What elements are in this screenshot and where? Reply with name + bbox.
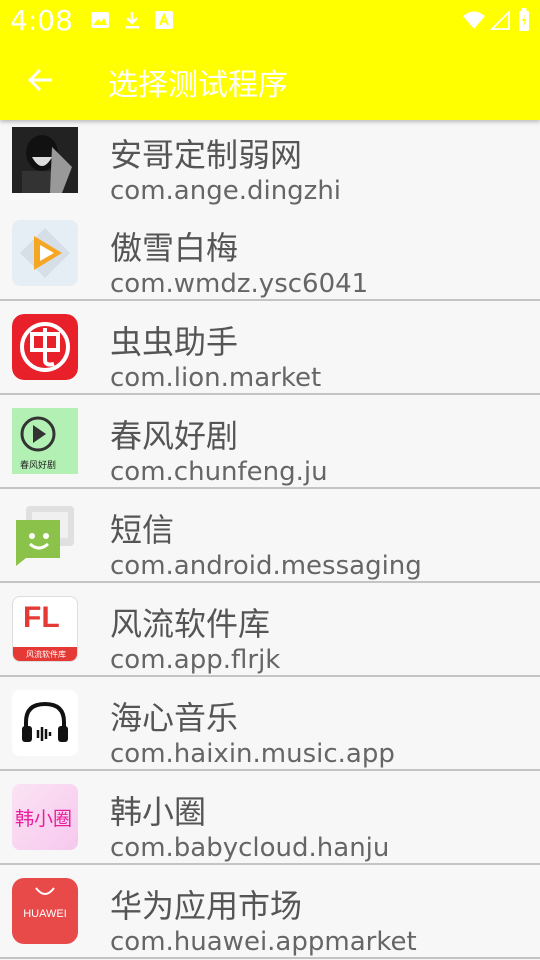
toolbar: 选择测试程序 (0, 44, 540, 116)
package-name: com.chunfeng.ju (110, 457, 328, 487)
app-name: 海心音乐 (110, 699, 239, 737)
app-name: 华为应用市场 (110, 887, 303, 925)
icon-text: 韩小圈 (15, 808, 73, 830)
list-item[interactable]: FL 风流软件库 风流软件库 com.app.flrjk (0, 583, 540, 677)
headphones-icon (12, 690, 78, 756)
red-chong-logo-icon (12, 314, 78, 380)
page-title: 选择测试程序 (108, 68, 288, 103)
hanxiaoquan-logo-icon: 韩小圈 (12, 784, 78, 850)
battery-icon (518, 8, 530, 32)
huawei-bag-icon: HUAWEI (12, 878, 78, 944)
package-name: com.android.messaging (110, 551, 422, 581)
fl-logo-text: FL (23, 601, 60, 634)
wifi-icon (462, 10, 486, 30)
status-time: 4:08 (10, 4, 73, 37)
image-icon (90, 10, 110, 30)
icon-caption: 风流软件库 (13, 647, 77, 661)
list-item[interactable]: 海心音乐 com.haixin.music.app (0, 677, 540, 771)
app-name: 短信 (110, 511, 175, 549)
package-name: com.wmdz.ysc6041 (110, 269, 369, 299)
list-item[interactable]: 虫虫助手 com.lion.market (0, 301, 540, 395)
green-play-icon: 春风好剧 (12, 408, 78, 474)
package-name: com.babycloud.hanju (110, 833, 390, 863)
arrow-left-icon (20, 68, 64, 106)
fl-logo-icon: FL 风流软件库 (12, 596, 78, 662)
app-name: 春风好剧 (110, 417, 239, 455)
dark-anime-avatar-icon (12, 127, 78, 193)
back-button[interactable] (20, 58, 64, 102)
app-name: 风流软件库 (110, 605, 271, 643)
app-name: 虫虫助手 (110, 323, 239, 361)
list-item[interactable]: 春风好剧 春风好剧 com.chunfeng.ju (0, 395, 540, 489)
list-item[interactable]: 韩小圈 韩小圈 com.babycloud.hanju (0, 771, 540, 865)
a-icon (154, 10, 174, 30)
icon-text: HUAWEI (23, 908, 67, 920)
list-item[interactable]: HUAWEI 华为应用市场 com.huawei.appmarket (0, 865, 540, 959)
app-header: 4:08 选择测试程序 (0, 0, 540, 120)
list-item[interactable]: 安哥定制弱网 com.ange.dingzhi (0, 118, 540, 212)
status-bar: 4:08 (0, 0, 540, 44)
signal-icon (489, 9, 510, 30)
package-name: com.huawei.appmarket (110, 927, 417, 957)
app-name: 韩小圈 (110, 793, 207, 831)
package-name: com.app.flrjk (110, 645, 281, 675)
icon-caption: 春风好剧 (20, 461, 57, 471)
orange-play-diamond-icon (12, 220, 78, 286)
messaging-smiley-icon (12, 502, 78, 568)
package-name: com.lion.market (110, 363, 322, 393)
package-name: com.haixin.music.app (110, 739, 395, 769)
divider (0, 957, 540, 959)
list-item[interactable]: 短信 com.android.messaging (0, 489, 540, 583)
download-icon (122, 10, 142, 30)
app-name: 安哥定制弱网 (110, 136, 303, 174)
app-name: 傲雪白梅 (110, 229, 239, 267)
package-name: com.ange.dingzhi (110, 176, 342, 206)
list-item[interactable]: 傲雪白梅 com.wmdz.ysc6041 (0, 207, 540, 301)
